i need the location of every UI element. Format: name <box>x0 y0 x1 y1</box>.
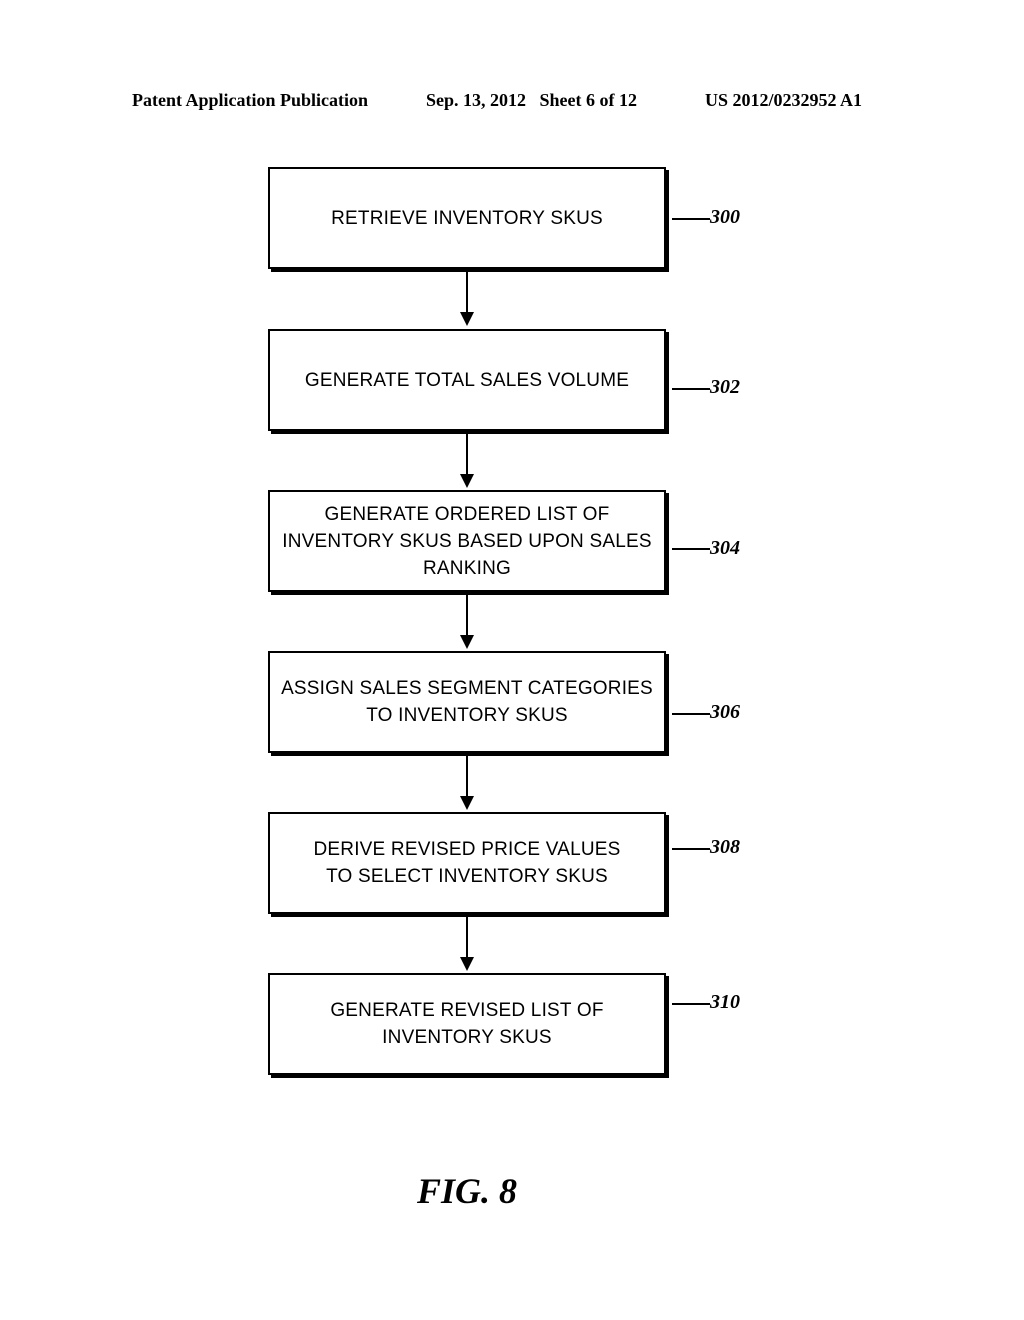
flow-step-306: ASSIGN SALES SEGMENT CATEGORIES TO INVEN… <box>268 651 666 753</box>
ref-leader-306 <box>672 713 710 715</box>
arrow-head-icon <box>460 635 474 649</box>
ref-label-308: 308 <box>710 836 740 858</box>
flow-step-300: RETRIEVE INVENTORY SKUS <box>268 167 666 269</box>
flow-arrow-302-304 <box>466 434 468 476</box>
ref-leader-304 <box>672 548 710 550</box>
figure-label: FIG. 8 <box>417 1171 518 1211</box>
flow-step-304: GENERATE ORDERED LIST OF INVENTORY SKUS … <box>268 490 666 592</box>
ref-leader-310 <box>672 1003 710 1005</box>
arrow-head-icon <box>460 796 474 810</box>
flow-arrow-306-308 <box>466 756 468 798</box>
ref-label-300: 300 <box>710 206 740 228</box>
ref-label-306: 306 <box>710 701 740 723</box>
flow-arrow-300-302 <box>466 272 468 314</box>
flow-arrow-304-306 <box>466 595 468 637</box>
flow-step-310: GENERATE REVISED LIST OF INVENTORY SKUS <box>268 973 666 1075</box>
ref-label-310: 310 <box>710 991 740 1013</box>
arrow-head-icon <box>460 312 474 326</box>
flow-arrow-308-310 <box>466 917 468 959</box>
flow-step-308: DERIVE REVISED PRICE VALUES TO SELECT IN… <box>268 812 666 914</box>
arrow-head-icon <box>460 474 474 488</box>
publication-number: US 2012/0232952 A1 <box>705 90 863 110</box>
ref-leader-302 <box>672 388 710 390</box>
ref-leader-300 <box>672 218 710 220</box>
flow-step-302: GENERATE TOTAL SALES VOLUME <box>268 329 666 431</box>
ref-leader-308 <box>672 848 710 850</box>
publication-date-sheet: Sep. 13, 2012 Sheet 6 of 12 <box>426 90 637 110</box>
ref-label-302: 302 <box>710 376 740 398</box>
ref-label-304: 304 <box>710 537 740 559</box>
arrow-head-icon <box>460 957 474 971</box>
publication-type: Patent Application Publication <box>132 90 369 110</box>
